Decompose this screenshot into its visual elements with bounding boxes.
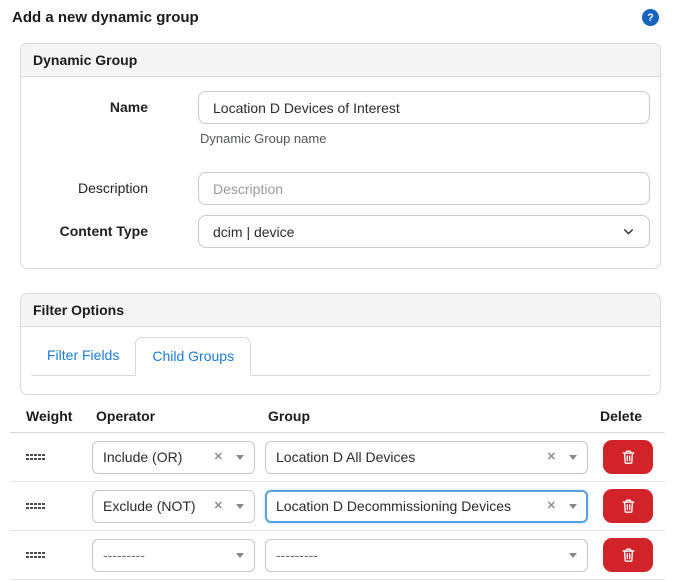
name-input[interactable] [198, 91, 650, 124]
operator-select[interactable]: --------- [92, 538, 255, 572]
page-header: Add a new dynamic group ? [0, 0, 674, 26]
name-field-row: Name [31, 91, 650, 124]
child-groups-rows: Include (OR) ✕ Location D All Devices ✕ Excl… [10, 433, 665, 580]
clear-icon[interactable]: ✕ [214, 500, 223, 512]
group-select[interactable]: --------- [265, 538, 588, 572]
name-help-text: Dynamic Group name [200, 131, 327, 146]
selected-value: Exclude (NOT) [103, 498, 196, 514]
dropdown-caret-icon [236, 552, 244, 558]
chevron-down-icon [622, 225, 635, 238]
child-group-row: Include (OR) ✕ Location D All Devices ✕ [10, 433, 665, 482]
child-group-row: Exclude (NOT) ✕ Location D Decommissioning… [10, 482, 665, 531]
description-label: Description [77, 180, 148, 196]
delete-button[interactable] [603, 440, 653, 474]
trash-icon [622, 450, 634, 464]
content-type-select[interactable]: dcim | device [198, 215, 650, 248]
dropdown-caret-icon [569, 454, 577, 460]
trash-icon [622, 499, 634, 513]
tab-filter-fields[interactable]: Filter Fields [31, 337, 135, 375]
dropdown-caret-icon [236, 454, 244, 460]
delete-button[interactable] [603, 538, 653, 572]
page-title: Add a new dynamic group [12, 9, 199, 26]
column-header-group: Group [268, 408, 310, 424]
drag-handle[interactable] [26, 502, 45, 510]
content-type-value: dcim | device [213, 223, 295, 240]
filter-tabs: Filter Fields Child Groups [31, 337, 650, 376]
tab-child-groups[interactable]: Child Groups [135, 337, 252, 376]
operator-select[interactable]: Include (OR) ✕ [92, 440, 255, 474]
selected-value: --------- [103, 547, 145, 563]
child-groups-table: Weight Operator Group Delete Include (OR… [10, 403, 665, 580]
content-type-field-row: Content Type dcim | device [31, 215, 650, 248]
delete-button[interactable] [603, 489, 653, 523]
drag-handle[interactable] [26, 551, 45, 559]
clear-icon[interactable]: ✕ [547, 500, 556, 512]
column-header-delete: Delete [600, 408, 643, 424]
selected-value: --------- [276, 547, 318, 563]
dynamic-group-panel-title: Dynamic Group [21, 44, 660, 77]
child-groups-table-header: Weight Operator Group Delete [10, 403, 665, 433]
column-header-operator: Operator [96, 408, 156, 424]
trash-icon [622, 548, 634, 562]
column-header-weight: Weight [26, 408, 73, 424]
help-icon[interactable]: ? [642, 9, 659, 26]
dropdown-caret-icon [569, 503, 577, 509]
clear-icon[interactable]: ✕ [214, 451, 223, 463]
filter-options-panel-title: Filter Options [21, 294, 660, 327]
drag-handle[interactable] [26, 453, 45, 461]
group-select[interactable]: Location D All Devices ✕ [265, 440, 588, 474]
name-label: Name [109, 99, 148, 115]
selected-value: Include (OR) [103, 449, 183, 465]
filter-options-panel-body: Filter Fields Child Groups [21, 327, 660, 394]
description-field-row: Description [31, 172, 650, 205]
group-select[interactable]: Location D Decommissioning Devices ✕ [265, 489, 588, 523]
dropdown-caret-icon [236, 503, 244, 509]
clear-icon[interactable]: ✕ [547, 451, 556, 463]
selected-value: Location D All Devices [276, 449, 416, 465]
filter-options-panel: Filter Options Filter Fields Child Group… [20, 293, 661, 395]
child-group-row: --------- --------- [10, 531, 665, 580]
description-input[interactable] [198, 172, 650, 205]
selected-value: Location D Decommissioning Devices [276, 498, 511, 514]
operator-select[interactable]: Exclude (NOT) ✕ [92, 489, 255, 523]
dynamic-group-panel: Dynamic Group Name Dynamic Group name De… [20, 43, 661, 269]
content-type-label: Content Type [59, 223, 148, 239]
dropdown-caret-icon [569, 552, 577, 558]
dynamic-group-panel-body: Name Dynamic Group name Description Cont… [21, 77, 660, 268]
